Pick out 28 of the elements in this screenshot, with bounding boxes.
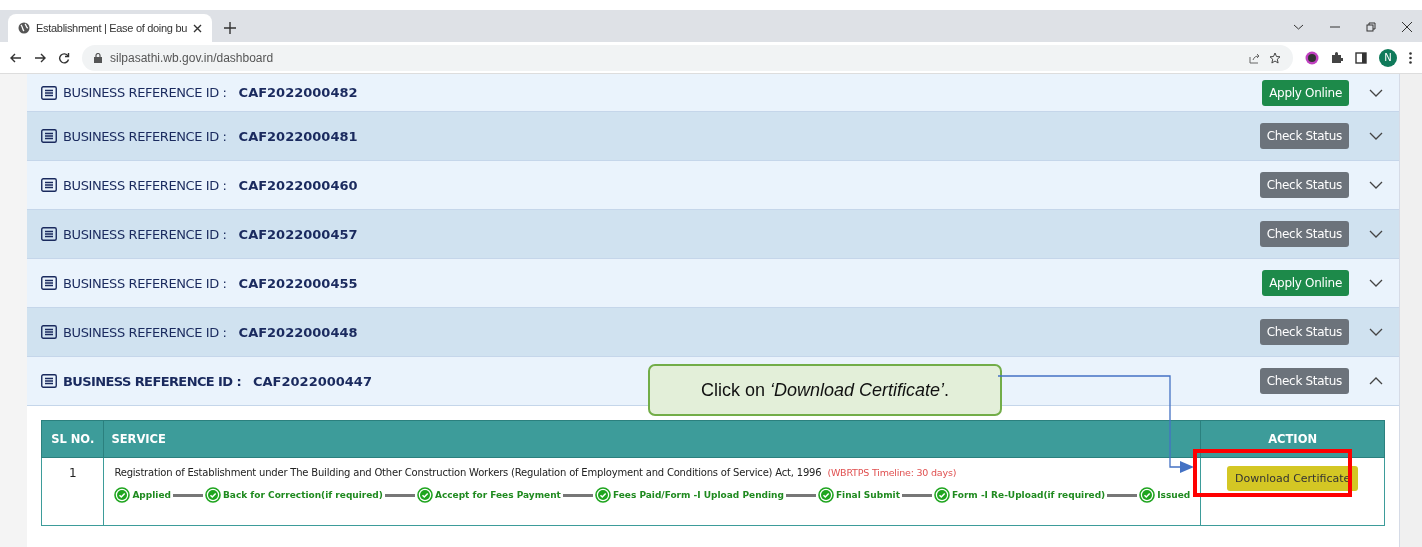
step-label: Back for Correction(if required): [222, 490, 383, 500]
reference-id: CAF2022000460: [238, 177, 358, 193]
reference-id: CAF2022000457: [238, 226, 358, 242]
reference-label: BUSINESS REFERENCE ID :: [63, 85, 227, 100]
step-label: Issued: [1157, 490, 1191, 500]
step-label: Final Submit: [835, 490, 900, 500]
step-label: Accept for Fees Payment: [434, 490, 561, 500]
reference-label: BUSINESS REFERENCE ID :: [63, 177, 227, 193]
column-header: ACTION: [1200, 420, 1385, 458]
reference-id: CAF2022000447: [253, 373, 372, 389]
reference-id: CAF2022000481: [238, 128, 358, 144]
reference-label: BUSINESS REFERENCE ID :: [63, 373, 241, 389]
column-header: SERVICE: [103, 420, 1201, 458]
step-label: Applied: [132, 490, 171, 500]
tab-title: Establishment | Ease of doing bu: [36, 22, 188, 34]
serial-number-cell: 1: [41, 457, 104, 526]
reference-label: BUSINESS REFERENCE ID :: [63, 128, 227, 144]
step-label: Form -I Re-Upload(if required): [951, 490, 1106, 500]
column-header: SL NO.: [41, 420, 104, 458]
reference-label: BUSINESS REFERENCE ID :: [63, 324, 227, 340]
reference-label: BUSINESS REFERENCE ID :: [63, 226, 227, 242]
reference-id: CAF2022000482: [238, 85, 358, 100]
service-description: Registration of Establishment under The Building and Other Construction Workers (Regulation of Employment and Conditions of Service) Act, 1996 (WBRTPS Timeline: 30 days): [114, 466, 958, 480]
reference-label: BUSINESS REFERENCE ID :: [63, 275, 227, 291]
reference-id: CAF2022000448: [238, 324, 358, 340]
instruction-tooltip: Click on ‘Download Certificate’.: [648, 364, 1002, 416]
reference-id: CAF2022000455: [238, 275, 358, 291]
step-label: Fees Paid/Form -I Upload Pending: [612, 490, 784, 500]
